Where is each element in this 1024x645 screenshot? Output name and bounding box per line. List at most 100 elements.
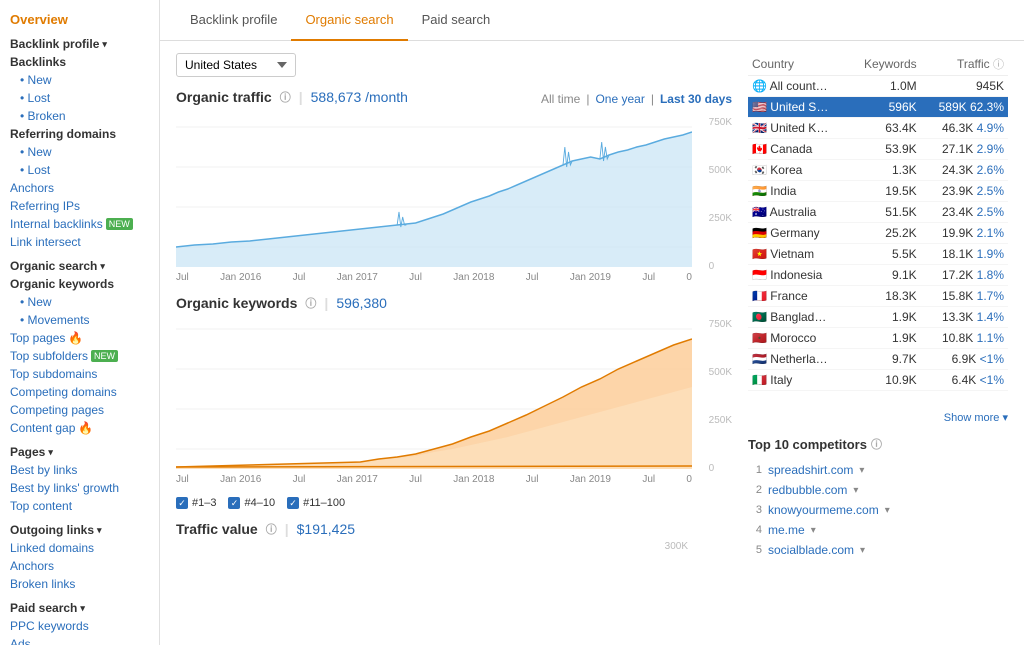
- time-separator-2: |: [651, 92, 654, 106]
- traffic-cell: 27.1K 2.9%: [921, 139, 1008, 160]
- table-row: 🇮🇩 Indonesia9.1K17.2K 1.8%: [748, 265, 1008, 286]
- col-header-keywords: Keywords: [848, 53, 920, 76]
- legend-item-4-10: #4–10: [228, 497, 275, 509]
- sidebar-referring-domains-label[interactable]: Referring domains: [0, 125, 159, 143]
- keywords-legend: #1–3 #4–10 #11–100: [176, 497, 732, 509]
- time-filter-one-year[interactable]: One year: [595, 92, 644, 106]
- tab-paid-search[interactable]: Paid search: [408, 0, 505, 41]
- sidebar-item-new-organic[interactable]: • New: [0, 293, 159, 311]
- time-filter-last-30-days[interactable]: Last 30 days: [660, 92, 732, 106]
- keywords-cell: 1.9K: [848, 307, 920, 328]
- organic-traffic-info-icon[interactable]: ⓘ: [280, 89, 291, 105]
- country-cell: 🇬🇧 United K…: [748, 118, 848, 139]
- sidebar-item-new-referring[interactable]: • New: [0, 143, 159, 161]
- traffic-cell: 15.8K 1.7%: [921, 286, 1008, 307]
- country-flag: 🇮🇹: [752, 373, 767, 387]
- sidebar-item-top-content[interactable]: Top content: [0, 497, 159, 515]
- country-cell: 🇳🇱 Netherla…: [748, 349, 848, 370]
- competitor-link[interactable]: socialblade.com: [768, 543, 854, 557]
- sidebar-item-linked-domains[interactable]: Linked domains: [0, 539, 159, 557]
- sidebar-item-movements[interactable]: • Movements: [0, 311, 159, 329]
- competitor-dropdown-icon[interactable]: ▾: [811, 525, 816, 536]
- country-cell: 🌐 All count…: [748, 76, 848, 97]
- sidebar-outgoing-links-label[interactable]: Outgoing links: [10, 523, 94, 537]
- competitor-dropdown-icon[interactable]: ▾: [853, 485, 858, 496]
- sidebar-backlink-profile-label[interactable]: Backlink profile: [10, 37, 99, 51]
- legend-item-11-100: #11–100: [287, 497, 345, 509]
- traffic-value-info-icon[interactable]: ⓘ: [266, 521, 277, 537]
- table-row: 🇧🇩 Banglad…1.9K13.3K 1.4%: [748, 307, 1008, 328]
- sidebar-item-lost-backlinks[interactable]: • Lost: [0, 89, 159, 107]
- chevron-down-icon-3: ▾: [48, 447, 53, 458]
- competitor-dropdown-icon[interactable]: ▾: [860, 545, 865, 556]
- competitors-info-icon[interactable]: ⓘ: [871, 436, 882, 452]
- sidebar-item-ads[interactable]: Ads: [0, 635, 159, 645]
- sidebar-item-broken-backlinks[interactable]: • Broken: [0, 107, 159, 125]
- traffic-value-separator: |: [285, 521, 289, 537]
- sidebar-item-ppc-keywords[interactable]: PPC keywords: [0, 617, 159, 635]
- traffic-y-labels: 750K 500K 250K 0: [709, 117, 732, 272]
- table-row: 🇬🇧 United K…63.4K46.3K 4.9%: [748, 118, 1008, 139]
- country-select[interactable]: United States All countries United Kingd…: [176, 53, 296, 77]
- show-more-link[interactable]: Show more ▾: [748, 407, 1008, 428]
- main-content: Backlink profile Organic search Paid sea…: [160, 0, 1024, 645]
- sidebar-item-competing-pages[interactable]: Competing pages: [0, 401, 159, 419]
- sidebar-paid-search-label[interactable]: Paid search: [10, 601, 77, 615]
- sidebar-item-broken-links[interactable]: Broken links: [0, 575, 159, 593]
- sidebar-item-new-backlinks[interactable]: • New: [0, 71, 159, 89]
- keywords-cell: 25.2K: [848, 223, 920, 244]
- competitor-num: 1: [748, 464, 762, 476]
- organic-keywords-info-icon[interactable]: ⓘ: [305, 295, 316, 311]
- competitor-link[interactable]: redbubble.com: [768, 483, 847, 497]
- traffic-col-info-icon[interactable]: ⓘ: [993, 59, 1004, 71]
- traffic-cell: 6.4K <1%: [921, 370, 1008, 391]
- traffic-cell: 23.9K 2.5%: [921, 181, 1008, 202]
- sidebar-item-link-intersect[interactable]: Link intersect: [0, 233, 159, 251]
- sidebar-overview-link[interactable]: Overview: [10, 12, 68, 27]
- legend-checkbox-4-10[interactable]: [228, 497, 240, 509]
- traffic-cell: 18.1K 1.9%: [921, 244, 1008, 265]
- competitors-label: Top 10 competitors: [748, 437, 867, 452]
- traffic-cell: 46.3K 4.9%: [921, 118, 1008, 139]
- sidebar-section-pages: Pages ▾ Best by links Best by links' gro…: [0, 441, 159, 515]
- sidebar-item-lost-referring[interactable]: • Lost: [0, 161, 159, 179]
- sidebar-item-anchors[interactable]: Anchors: [0, 179, 159, 197]
- sidebar-item-backlinks[interactable]: Backlinks: [0, 53, 159, 71]
- sidebar-item-organic-keywords[interactable]: Organic keywords: [0, 275, 159, 293]
- country-flag: 🇨🇦: [752, 142, 767, 156]
- sidebar-item-best-by-links[interactable]: Best by links: [0, 461, 159, 479]
- traffic-cell: 589K 62.3%: [921, 97, 1008, 118]
- sidebar-item-best-by-links-growth[interactable]: Best by links' growth: [0, 479, 159, 497]
- chevron-down-icon: ▾: [102, 39, 107, 50]
- sidebar-item-top-subdomains[interactable]: Top subdomains: [0, 365, 159, 383]
- competitor-dropdown-icon[interactable]: ▾: [885, 505, 890, 516]
- competitors-title: Top 10 competitors ⓘ: [748, 436, 1008, 452]
- sidebar-item-content-gap[interactable]: Content gap: [10, 421, 75, 435]
- organic-keywords-separator: |: [324, 295, 328, 311]
- sidebar-item-internal-backlinks[interactable]: Internal backlinks: [10, 217, 103, 231]
- sidebar-item-anchors-out[interactable]: Anchors: [0, 557, 159, 575]
- sidebar-pages-label[interactable]: Pages: [10, 445, 45, 459]
- sidebar-section-organic-search: Organic search ▾ Organic keywords • New …: [0, 255, 159, 329]
- competitor-dropdown-icon[interactable]: ▾: [859, 465, 864, 476]
- competitor-link[interactable]: me.me: [768, 523, 805, 537]
- sidebar-item-top-subfolders[interactable]: Top subfolders: [10, 349, 88, 363]
- traffic-cell: 6.9K <1%: [921, 349, 1008, 370]
- traffic-cell: 10.8K 1.1%: [921, 328, 1008, 349]
- country-flag: 🇦🇺: [752, 205, 767, 219]
- legend-checkbox-11-100[interactable]: [287, 497, 299, 509]
- country-cell: 🇮🇩 Indonesia: [748, 265, 848, 286]
- competitor-link[interactable]: spreadshirt.com: [768, 463, 853, 477]
- sidebar-organic-search-label[interactable]: Organic search: [10, 259, 97, 273]
- legend-label-11-100: #11–100: [303, 497, 345, 509]
- tab-backlink-profile[interactable]: Backlink profile: [176, 0, 291, 41]
- sidebar-item-top-pages[interactable]: Top pages: [10, 331, 65, 345]
- tab-organic-search[interactable]: Organic search: [291, 0, 407, 41]
- organic-traffic-section: Organic traffic ⓘ | 588,673 /month All t…: [176, 89, 732, 283]
- legend-checkbox-1-3[interactable]: [176, 497, 188, 509]
- sidebar-item-competing-domains[interactable]: Competing domains: [0, 383, 159, 401]
- competitor-item: 2 redbubble.com ▾: [748, 480, 1008, 500]
- competitor-link[interactable]: knowyourmeme.com: [768, 503, 879, 517]
- sidebar-item-referring-ips[interactable]: Referring IPs: [0, 197, 159, 215]
- country-flag: 🇮🇩: [752, 268, 767, 282]
